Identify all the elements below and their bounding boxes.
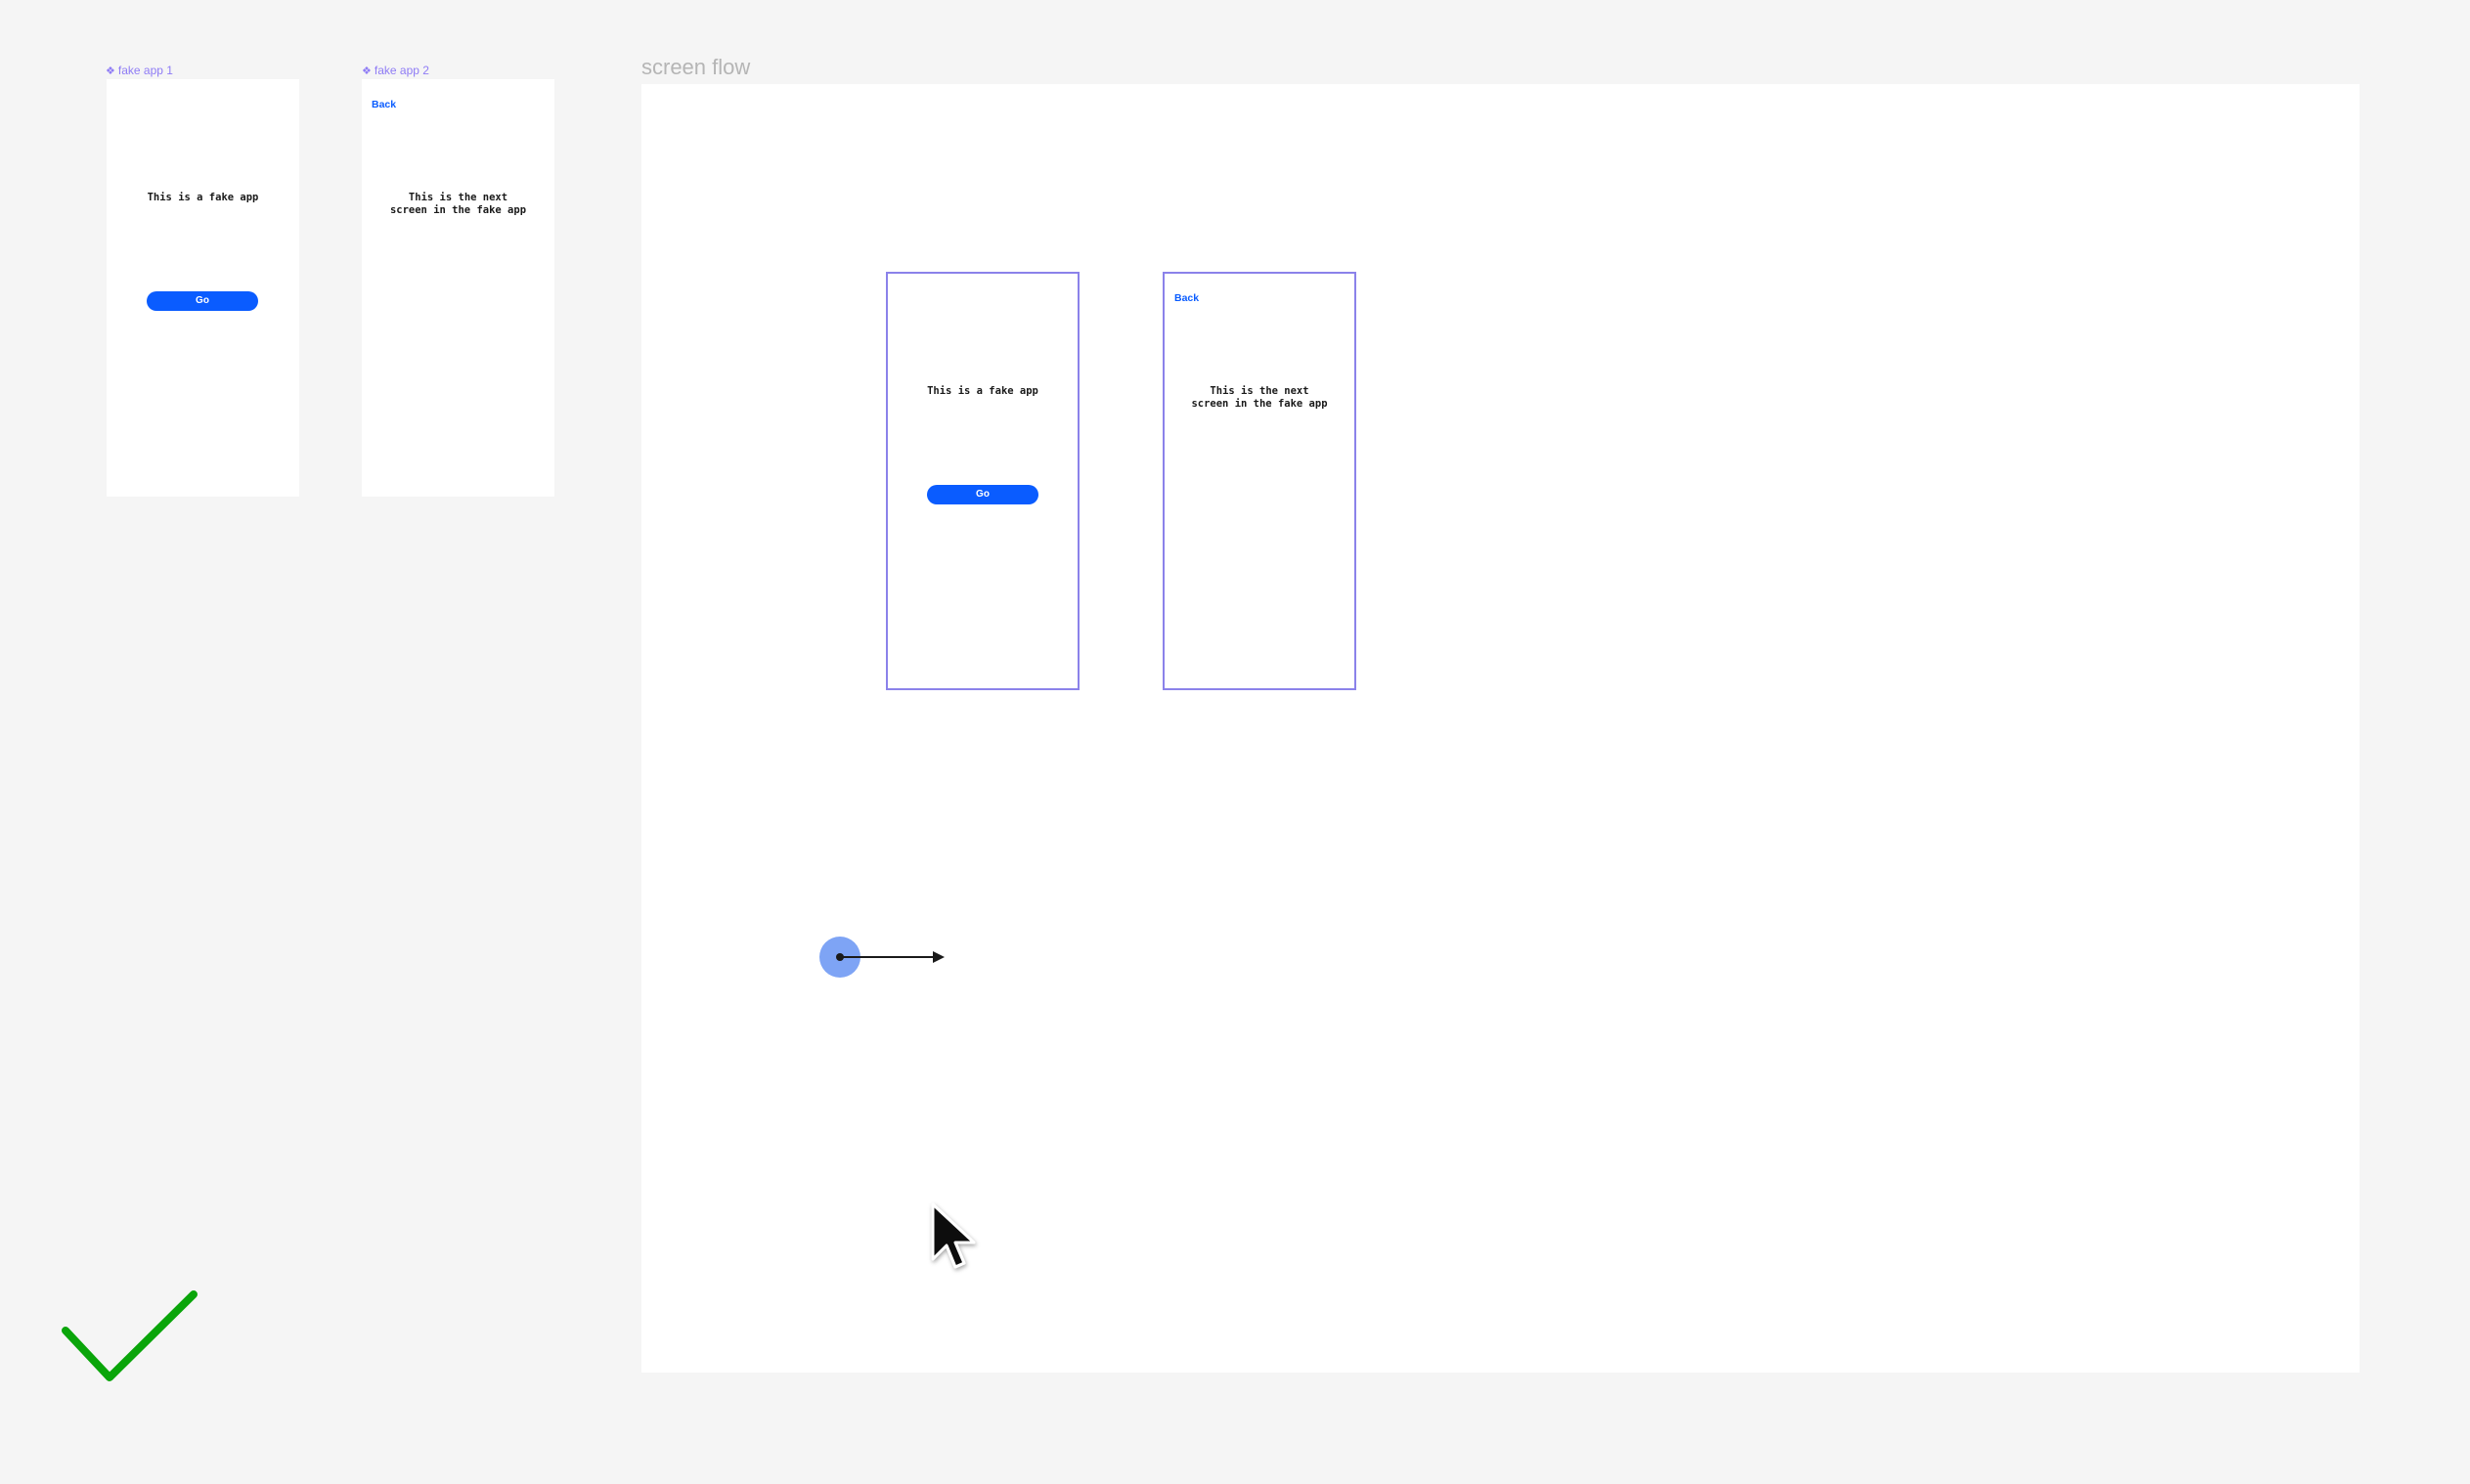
back-link[interactable]: Back <box>372 99 396 110</box>
component-frame-fake-app-1[interactable]: This is a fake app Go <box>107 79 299 497</box>
screen-text: This is the next screen in the fake app <box>1191 385 1328 410</box>
component-label-fake-app-1[interactable]: ❖ fake app 1 <box>106 64 173 78</box>
mouse-cursor-icon <box>931 1202 976 1269</box>
checkmark-icon <box>62 1290 198 1381</box>
component-icon: ❖ <box>106 65 115 77</box>
instance-frame-fake-app-1[interactable]: This is a fake app Go <box>886 272 1080 690</box>
go-button[interactable]: Go <box>927 485 1038 504</box>
component-frame-fake-app-2[interactable]: Back This is the next screen in the fake… <box>362 79 554 497</box>
screen-text: This is the next screen in the fake app <box>389 192 527 216</box>
instance-frame-fake-app-2[interactable]: Back This is the next screen in the fake… <box>1163 272 1356 690</box>
section-title[interactable]: screen flow <box>641 55 750 80</box>
component-label-text: fake app 2 <box>374 64 429 77</box>
screen-text: This is a fake app <box>147 192 259 203</box>
arrow-icon <box>933 951 945 963</box>
screen-text: This is a fake app <box>927 385 1038 397</box>
connector-start-dot <box>836 953 844 961</box>
component-label-fake-app-2[interactable]: ❖ fake app 2 <box>362 64 429 78</box>
section-screen-flow[interactable]: This is a fake app Go Back This is the n… <box>641 84 2360 1373</box>
component-icon: ❖ <box>362 65 372 77</box>
go-button[interactable]: Go <box>147 291 258 311</box>
component-label-text: fake app 1 <box>117 64 173 77</box>
back-link[interactable]: Back <box>1174 292 1199 304</box>
connector[interactable] <box>817 933 954 982</box>
